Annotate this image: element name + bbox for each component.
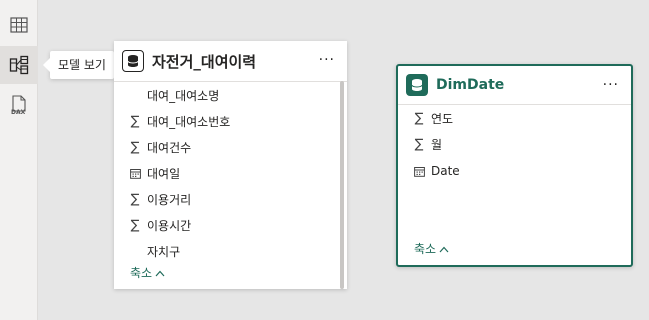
table-title: 자전거_대여이력 [152,52,257,71]
more-options-icon[interactable]: ··· [319,53,335,67]
field-label: 대여일 [147,166,181,181]
sigma-icon: ∑ [130,191,140,207]
sigma-icon: ∑ [414,110,424,126]
collapse-button[interactable]: 축소 [414,240,449,257]
collapse-label: 축소 [130,266,153,280]
more-options-icon[interactable]: ··· [603,78,619,92]
collapse-button[interactable]: 축소 [130,264,165,281]
tooltip: 모델 보기 [43,51,114,79]
table-card-header[interactable]: 자전거_대여이력 [114,41,347,81]
field-label: 자치구 [147,244,181,259]
sigma-icon: ∑ [130,113,140,129]
field-item[interactable]: ∑ 이용시간 [128,215,192,235]
scrollbar[interactable] [340,81,344,289]
dax-query-view-button[interactable]: DAX [0,86,38,124]
field-label: 대여건수 [147,140,192,155]
field-item[interactable]: Date [412,161,460,181]
table-card[interactable]: 자전거_대여이력 ··· 대여_대여소명 ∑ 대여_대여소번호 ∑ 대여건수 대… [114,41,347,289]
divider [398,104,631,105]
field-label: 대여_대여소명 [147,88,220,103]
table-view-button[interactable] [0,6,38,44]
table-database-icon [122,50,144,72]
field-item[interactable]: ∑ 월 [412,134,442,154]
model-icon [9,55,29,75]
field-label: Date [431,164,460,178]
table-card-header[interactable]: DimDate [398,66,631,104]
sigma-icon: ∑ [130,139,140,155]
view-rail: DAX [0,0,38,320]
field-item[interactable]: 대여_대여소명 [128,85,219,105]
field-item[interactable]: ∑ 이용거리 [128,189,192,209]
sigma-icon: ∑ [130,217,140,233]
field-item[interactable]: ∑ 연도 [412,108,453,128]
calendar-icon [412,166,426,177]
divider [114,81,347,82]
field-label: 대여_대여소번호 [147,114,231,129]
table-card-selected[interactable]: DimDate ··· ∑ 연도 ∑ 월 Date 축소 [396,64,633,267]
field-label: 이용거리 [147,192,192,207]
chevron-up-icon [155,266,165,280]
sigma-icon: ∑ [414,136,424,152]
dax-icon: DAX [10,95,28,115]
svg-text:DAX: DAX [11,109,26,115]
field-item[interactable]: 대여일 [128,163,180,183]
table-database-icon [406,74,428,96]
model-view-button[interactable] [0,46,38,84]
field-item[interactable]: ∑ 대여_대여소번호 [128,111,231,131]
table-icon [10,17,28,33]
calendar-icon [128,168,142,179]
chevron-up-icon [439,242,449,256]
field-item[interactable]: ∑ 대여건수 [128,137,192,157]
field-label: 연도 [431,111,454,126]
field-item[interactable]: 자치구 [128,241,180,261]
field-label: 월 [431,137,443,152]
collapse-label: 축소 [414,242,437,256]
table-title: DimDate [436,77,505,93]
field-label: 이용시간 [147,218,192,233]
